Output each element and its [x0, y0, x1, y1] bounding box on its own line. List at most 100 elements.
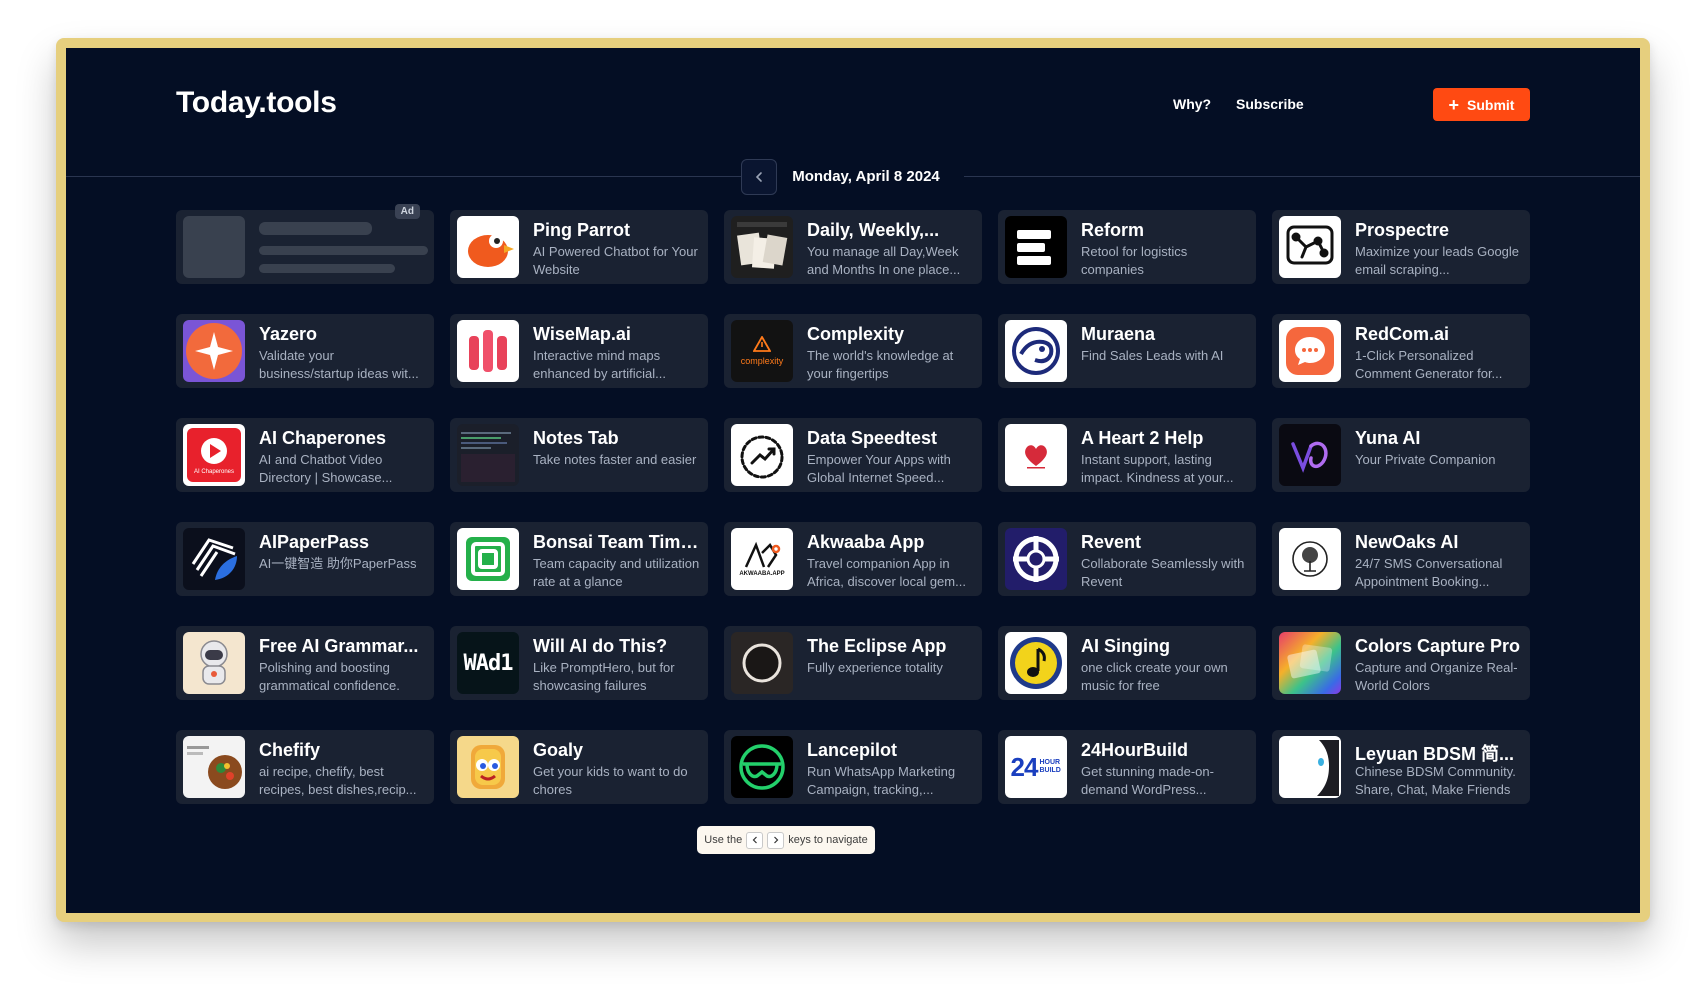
tool-description: ai recipe, chefify, best recipes, best d… — [259, 764, 417, 797]
notes-icon — [457, 424, 519, 486]
keyboard-navigation-hint: Use the keys to navigate — [697, 826, 875, 854]
tool-title: Notes Tab — [533, 428, 619, 448]
food-bowl-icon — [183, 736, 245, 798]
tool-title: AIPaperPass — [259, 532, 370, 552]
tool-title: Prospectre — [1355, 220, 1450, 240]
paperpass-logo-icon — [183, 528, 245, 590]
tool-title: Ping Parrot — [533, 220, 631, 240]
tool-card[interactable]: AIPaperPass AI一键智造 助你PaperPass — [176, 522, 434, 596]
tool-card[interactable]: Goaly Get your kids to want to do chores — [450, 730, 708, 804]
tool-card[interactable]: Revent Collaborate Seamlessly with Reven… — [998, 522, 1256, 596]
submit-label: Submit — [1467, 96, 1515, 113]
colors-icon — [1279, 632, 1341, 694]
reform-logo-icon — [1005, 216, 1067, 278]
tool-card[interactable]: Ping Parrot AI Powered Chatbot for Your … — [450, 210, 708, 284]
tool-description: Get your kids to want to do chores — [533, 764, 688, 797]
site-logo[interactable]: Today.tools — [176, 86, 337, 120]
tool-card[interactable]: WAd1 Will AI do This? Like PromptHero, b… — [450, 626, 708, 700]
tool-card[interactable]: Daily, Weekly,... You manage all Day,Wee… — [724, 210, 982, 284]
tool-title: Goaly — [533, 740, 584, 760]
tool-card[interactable]: Lancepilot Run WhatsApp Marketing Campai… — [724, 730, 982, 804]
wad-logo-icon: WAd1 — [457, 632, 519, 694]
tool-card[interactable]: Notes Tab Take notes faster and easier — [450, 418, 708, 492]
tool-description: Run WhatsApp Marketing Campaign, trackin… — [807, 764, 956, 797]
tool-description: Travel companion App in Africa, discover… — [807, 556, 966, 589]
ad-line-placeholder — [259, 264, 395, 273]
tool-card[interactable]: Free AI Grammar... Polishing and boostin… — [176, 626, 434, 700]
tool-card[interactable]: AKWAABA.APP Akwaaba App Travel companion… — [724, 522, 982, 596]
tool-title: AI Singing — [1081, 636, 1170, 656]
tool-card[interactable]: Yuna AI Your Private Companion — [1272, 418, 1530, 492]
tool-title: Free AI Grammar... — [259, 636, 419, 656]
right-arrow-key-icon — [767, 831, 785, 849]
tool-card[interactable]: 24 HOUR BUILD 24HourBuild Get stunning m… — [998, 730, 1256, 804]
eel-icon — [1005, 320, 1067, 382]
tool-title: Yazero — [259, 324, 318, 344]
tool-description: The world's knowledge at your fingertips — [807, 348, 954, 381]
24hour-logo-icon: 24 HOUR BUILD — [1005, 736, 1067, 798]
tool-card[interactable]: AI Chaperones AI Chaperones AI and Chatb… — [176, 418, 434, 492]
ad-title-placeholder — [259, 222, 372, 235]
tool-card[interactable]: The Eclipse App Fully experience totalit… — [724, 626, 982, 700]
yuna-logo-icon — [1279, 424, 1341, 486]
heart-icon — [1005, 424, 1067, 486]
tool-card[interactable]: Muraena Find Sales Leads with AI — [998, 314, 1256, 388]
chevron-left-icon — [755, 172, 762, 182]
tool-description: Empower Your Apps with Global Internet S… — [807, 452, 951, 485]
crosshair-icon — [1005, 528, 1067, 590]
tool-card[interactable]: Bonsai Team Time... Team capacity and ut… — [450, 522, 708, 596]
astronaut-icon — [183, 632, 245, 694]
tool-card[interactable]: Chefify ai recipe, chefify, best recipes… — [176, 730, 434, 804]
tool-card[interactable]: Prospectre Maximize your leads Google em… — [1272, 210, 1530, 284]
tool-description: Get stunning made-on-demand WordPress... — [1081, 764, 1214, 797]
tool-title: Data Speedtest — [807, 428, 938, 448]
tool-title: Complexity — [807, 324, 905, 344]
tool-card[interactable]: WiseMap.ai Interactive mind maps enhance… — [450, 314, 708, 388]
oak-tree-icon — [1279, 528, 1341, 590]
tool-title: Chefify — [259, 740, 321, 760]
tool-card[interactable]: Leyuan BDSM 简... Chinese BDSM Community.… — [1272, 730, 1530, 804]
tool-title: NewOaks AI — [1355, 532, 1459, 552]
tool-card[interactable]: RedCom.ai 1-Click Personalized Comment G… — [1272, 314, 1530, 388]
tool-description: AI Powered Chatbot for Your Website — [533, 244, 698, 277]
music-note-icon — [1005, 632, 1067, 694]
tool-title: A Heart 2 Help — [1081, 428, 1204, 448]
ad-card[interactable]: Ad — [176, 204, 434, 284]
tool-title: Revent — [1081, 532, 1142, 552]
tool-title: RedCom.ai — [1355, 324, 1450, 344]
tool-card[interactable]: Yazero Validate your business/startup id… — [176, 314, 434, 388]
tool-title: Muraena — [1081, 324, 1156, 344]
tool-description: Capture and Organize Real-World Colors — [1355, 660, 1518, 693]
nav-subscribe-link[interactable]: Subscribe — [1236, 96, 1304, 112]
chat-bubble-icon — [1279, 320, 1341, 382]
tool-description: Interactive mind maps enhanced by artifi… — [533, 348, 666, 381]
tool-card[interactable]: complexity Complexity The world's knowle… — [724, 314, 982, 388]
tool-card[interactable]: AI Singing one click create your own mus… — [998, 626, 1256, 700]
lancepilot-logo-icon — [731, 736, 793, 798]
previous-day-button[interactable] — [741, 159, 777, 195]
tool-description: AI一键智造 助你PaperPass — [259, 556, 417, 571]
play-button-icon: AI Chaperones — [183, 424, 245, 486]
compass-star-icon — [183, 320, 245, 382]
nav-why-link[interactable]: Why? — [1173, 96, 1211, 112]
tool-card[interactable]: A Heart 2 Help Instant support, lasting … — [998, 418, 1256, 492]
date-divider-left — [66, 176, 741, 177]
ad-line-placeholder — [259, 246, 428, 255]
tool-description: one click create your own music for free — [1081, 660, 1228, 693]
tool-card[interactable]: Reform Retool for logistics companies — [998, 210, 1256, 284]
tool-description: Maximize your leads Google email scrapin… — [1355, 244, 1520, 277]
tool-description: 1-Click Personalized Comment Generator f… — [1355, 348, 1503, 381]
tool-card[interactable]: Colors Capture Pro Capture and Organize … — [1272, 626, 1530, 700]
tool-title: Colors Capture Pro — [1355, 636, 1521, 656]
tool-card[interactable]: NewOaks AI 24/7 SMS Conversational Appoi… — [1272, 522, 1530, 596]
tool-description: You manage all Day,Week and Months In on… — [807, 244, 961, 277]
submit-button[interactable]: + Submit — [1433, 88, 1530, 121]
plus-icon: + — [1448, 94, 1460, 115]
ad-image-placeholder — [183, 216, 245, 278]
tool-title: Yuna AI — [1355, 428, 1421, 448]
tool-description: Fully experience totality — [807, 660, 943, 675]
current-date: Monday, April 8 2024 — [792, 168, 940, 185]
tool-card[interactable]: Data Speedtest Empower Your Apps with Gl… — [724, 418, 982, 492]
bonsai-logo-icon — [457, 528, 519, 590]
tool-description: Polishing and boosting grammatical confi… — [259, 660, 400, 693]
